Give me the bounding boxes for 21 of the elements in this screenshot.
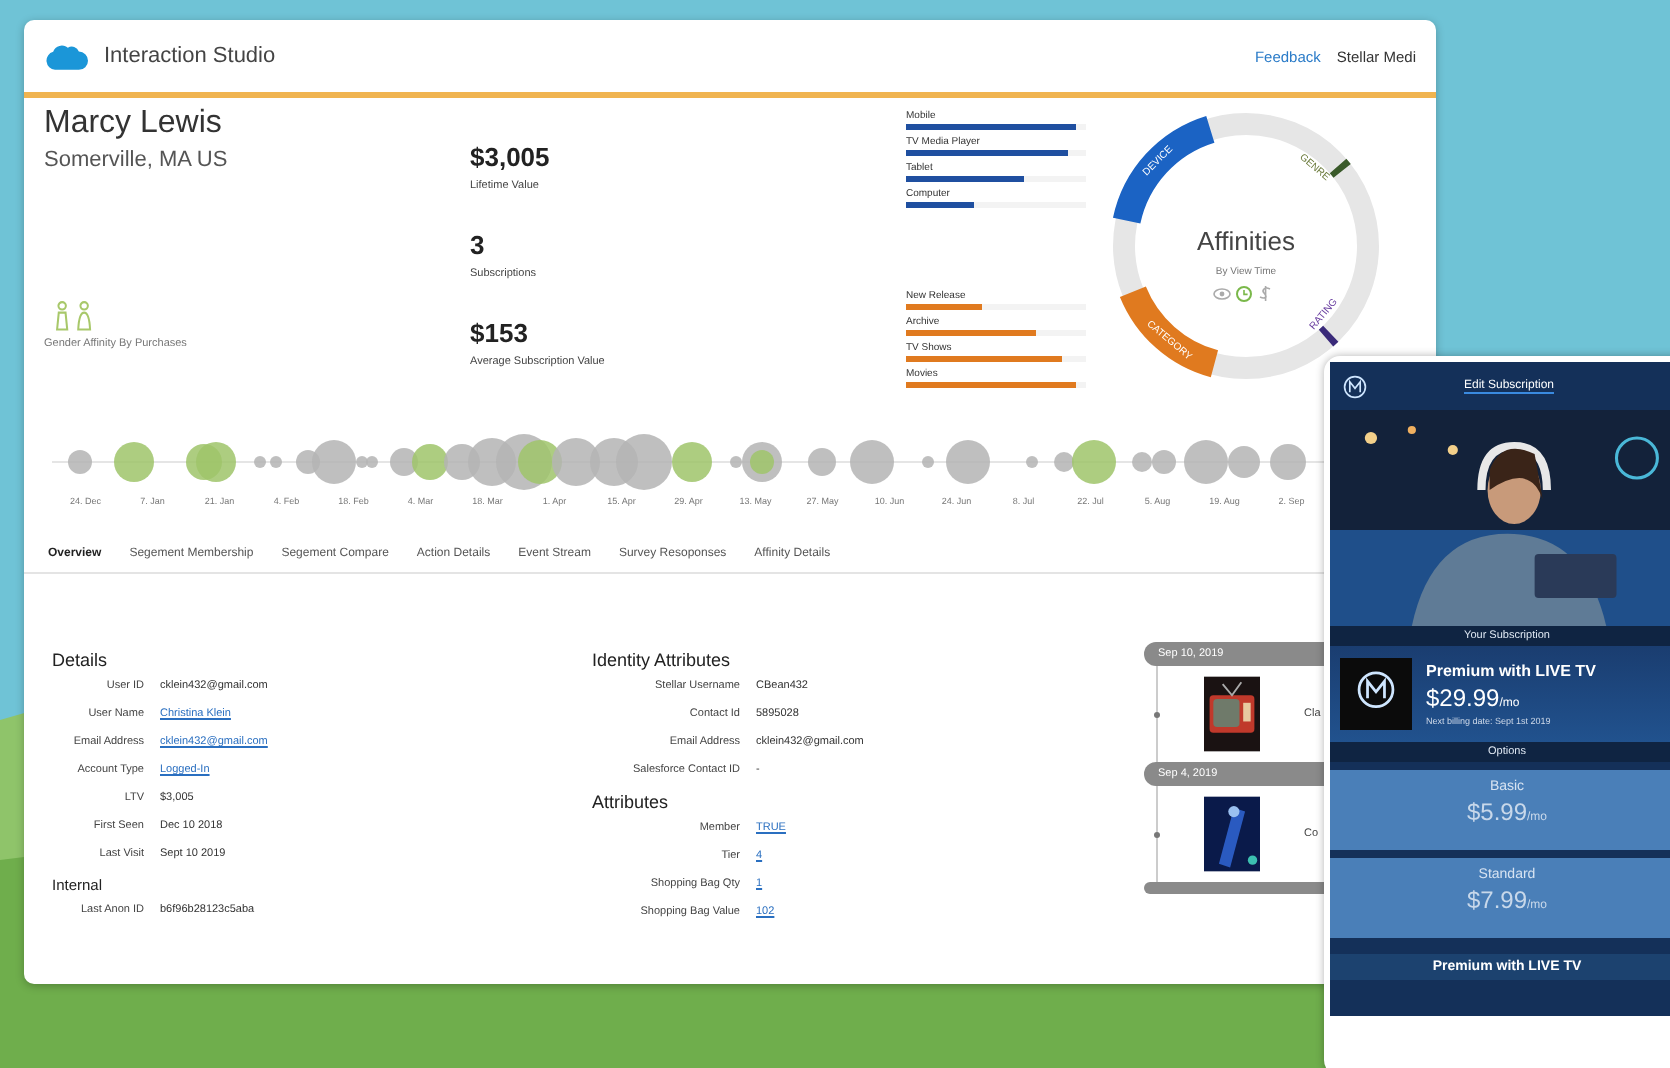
plan-price: $29.99 [1426,684,1500,712]
brand-logo-icon [1338,658,1414,730]
eye-icon[interactable] [1213,288,1231,300]
profile-location: Somerville, MA US [44,148,230,172]
affinities-title: Affinities [1197,226,1295,256]
dollar-icon[interactable] [1259,285,1271,302]
section-heading: Attributes [592,792,671,812]
stat-value: $153 [470,318,530,348]
stat-value: $3,005 [470,142,552,172]
section-heading: Identity Attributes [592,650,733,670]
section-heading: Details [52,650,110,670]
app-title: Interaction Studio [104,44,276,68]
timeline-dot [1154,831,1160,837]
timeline-dot [1154,711,1160,717]
stat-value: 3 [470,230,487,260]
brand-logo-icon[interactable] [1342,373,1368,399]
plan-name: Premium with LIVE TV [1426,662,1596,680]
cloud-logo-icon [44,41,88,71]
gender-figures-icon [52,300,96,332]
clock-icon[interactable] [1236,286,1252,302]
profile-name: Marcy Lewis [44,106,224,142]
